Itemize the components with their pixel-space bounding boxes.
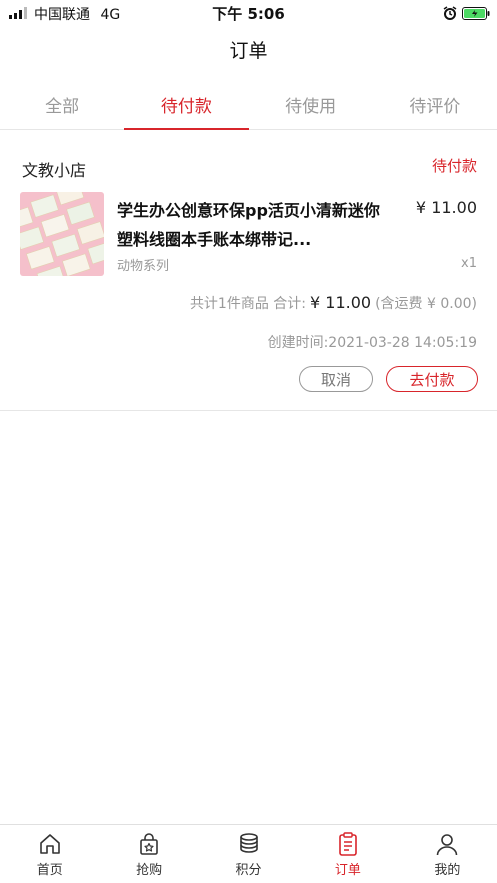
order-status: 待付款 [431, 157, 477, 175]
cancel-button[interactable]: 取消 [299, 366, 373, 392]
battery-icon [462, 7, 490, 20]
product-quantity: x1 [461, 256, 477, 271]
tabbar-item-flash-sale[interactable]: 抢购 [99, 825, 198, 883]
product-title[interactable]: 学生办公创意环保pp活页小清新迷你塑料线圈本手账本绑带记... [117, 196, 387, 254]
summary-prefix: 共计1件商品 合计: [189, 296, 307, 312]
created-time: 创建时间:2021-03-28 14:05:19 [267, 335, 477, 351]
shop-name: 文教小店 [22, 161, 87, 180]
alarm-icon [443, 6, 457, 20]
notebooks-image [20, 192, 104, 276]
tabbar-label-flash-sale: 抢购 [136, 863, 163, 878]
tabbar-item-home[interactable]: 首页 [0, 825, 99, 883]
order-list-icon [339, 832, 357, 856]
tab-pending-use[interactable]: 待使用 [249, 80, 373, 129]
shopping-bag-icon [140, 833, 158, 855]
order-total: ¥ 11.00 [310, 293, 372, 312]
tab-pending-payment[interactable]: 待付款 [124, 80, 249, 130]
status-time: 下午 5:06 [212, 5, 285, 23]
coins-stack-icon [239, 833, 258, 853]
home-icon [39, 834, 60, 854]
product-thumbnail[interactable] [20, 192, 104, 276]
user-icon [437, 834, 458, 856]
tab-pending-review[interactable]: 待评价 [373, 80, 497, 129]
shipping-note: (含运费 ¥ 0.00) [375, 296, 477, 312]
pay-button[interactable]: 去付款 [386, 366, 478, 392]
tabbar-item-orders[interactable]: 订单 [298, 825, 397, 883]
tabbar-item-me[interactable]: 我的 [398, 825, 497, 883]
product-price: ¥ 11.00 [415, 198, 477, 217]
page-title: 订单 [229, 40, 268, 62]
tabbar-label-home: 首页 [36, 863, 63, 878]
order-summary: 共计1件商品 合计: ¥ 11.00 (含运费 ¥ 0.00) [190, 293, 477, 313]
tabbar-label-orders: 订单 [334, 863, 361, 878]
bottom-tabbar: 首页 抢购 积分 订单 我的 [0, 824, 497, 883]
tabbar-label-points: 积分 [235, 863, 262, 878]
tabbar-item-points[interactable]: 积分 [199, 825, 298, 883]
order-tabs: 全部 待付款 待使用 待评价 [0, 80, 497, 130]
tabbar-label-me: 我的 [434, 863, 461, 878]
order-card[interactable]: 文教小店 待付款 学生办公创意环保pp活页小清新迷你塑料线圈本手账本绑带记... [0, 140, 497, 411]
status-bar: 中国联通 4G 下午 5:06 [0, 0, 497, 26]
product-spec: 动物系列 [117, 259, 170, 274]
tab-all[interactable]: 全部 [0, 80, 124, 129]
